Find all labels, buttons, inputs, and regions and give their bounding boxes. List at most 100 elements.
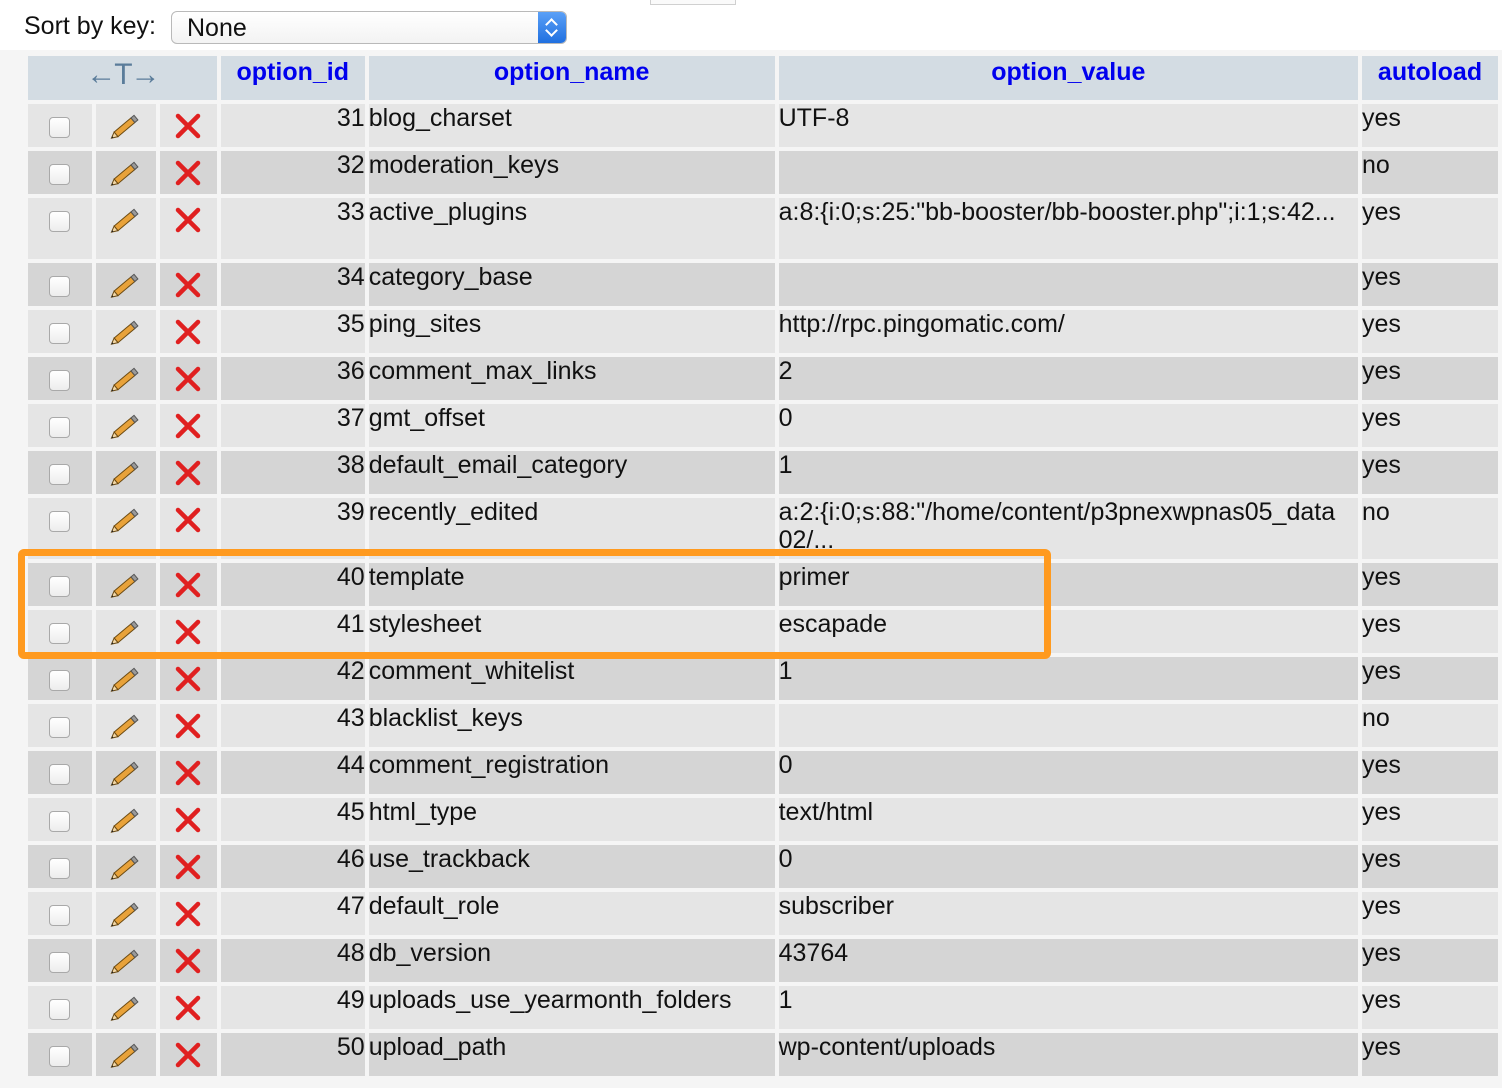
row-checkbox[interactable]	[49, 276, 71, 297]
row-select-cell	[28, 892, 92, 935]
sort-by-key-select[interactable]: None	[171, 11, 567, 44]
delete-x-icon[interactable]	[173, 664, 203, 700]
row-select-cell	[28, 310, 92, 353]
cell-autoload: yes	[1362, 751, 1498, 794]
row-checkbox[interactable]	[49, 576, 71, 597]
row-checkbox[interactable]	[49, 717, 71, 738]
delete-x-icon[interactable]	[173, 1040, 203, 1076]
row-select-cell	[28, 657, 92, 700]
row-checkbox[interactable]	[49, 999, 71, 1020]
delete-x-icon[interactable]	[173, 364, 203, 400]
row-edit-cell	[95, 563, 156, 606]
pencil-icon[interactable]	[109, 158, 143, 194]
row-checkbox[interactable]	[49, 117, 71, 138]
row-checkbox[interactable]	[49, 764, 71, 785]
delete-x-icon[interactable]	[173, 111, 203, 147]
row-checkbox[interactable]	[49, 905, 71, 926]
column-resize-control[interactable]: ←T→	[28, 56, 217, 100]
pencil-icon[interactable]	[109, 758, 143, 794]
row-checkbox[interactable]	[49, 952, 71, 973]
cell-autoload: yes	[1362, 657, 1498, 700]
row-checkbox[interactable]	[49, 1046, 71, 1067]
row-edit-cell	[95, 151, 156, 194]
delete-x-icon[interactable]	[173, 505, 203, 541]
table-row: 43 blacklist_keys no	[28, 704, 1498, 747]
pencil-icon[interactable]	[109, 111, 143, 147]
pencil-icon[interactable]	[109, 664, 143, 700]
delete-x-icon[interactable]	[173, 758, 203, 794]
row-delete-cell	[159, 198, 217, 259]
delete-x-icon[interactable]	[173, 852, 203, 888]
pencil-icon[interactable]	[109, 570, 143, 606]
row-checkbox[interactable]	[49, 370, 71, 391]
pencil-icon[interactable]	[109, 317, 143, 353]
pencil-icon[interactable]	[109, 805, 143, 841]
pencil-icon[interactable]	[109, 505, 143, 541]
row-checkbox[interactable]	[49, 164, 71, 185]
pencil-icon[interactable]	[109, 993, 143, 1029]
row-select-cell	[28, 498, 92, 559]
pencil-icon[interactable]	[109, 617, 143, 653]
delete-x-icon[interactable]	[173, 617, 203, 653]
pencil-icon[interactable]	[109, 411, 143, 447]
pencil-icon[interactable]	[109, 711, 143, 747]
table-row: 50 upload_path wp-content/uploads yes	[28, 1033, 1498, 1076]
delete-x-icon[interactable]	[173, 570, 203, 606]
pencil-icon[interactable]	[109, 946, 143, 982]
row-checkbox[interactable]	[49, 464, 71, 485]
pencil-icon[interactable]	[109, 852, 143, 888]
cell-option-id: 45	[220, 798, 365, 841]
row-select-cell	[28, 798, 92, 841]
row-edit-cell	[95, 657, 156, 700]
row-edit-cell	[95, 610, 156, 653]
pencil-icon[interactable]	[109, 899, 143, 935]
pencil-icon[interactable]	[109, 364, 143, 400]
row-delete-cell	[159, 986, 217, 1029]
pencil-icon[interactable]	[109, 205, 143, 241]
delete-x-icon[interactable]	[173, 805, 203, 841]
delete-x-icon[interactable]	[173, 158, 203, 194]
table-row: 33 active_plugins a:8:{i:0;s:25:"bb-booste…	[28, 198, 1498, 259]
cell-option-value: 1	[778, 986, 1359, 1029]
table-row: 44 comment_registration 0 yes	[28, 751, 1498, 794]
row-edit-cell	[95, 751, 156, 794]
pencil-icon[interactable]	[109, 270, 143, 306]
row-checkbox[interactable]	[49, 511, 71, 532]
row-delete-cell	[159, 892, 217, 935]
sort-column-option-name[interactable]: option_name	[368, 56, 775, 100]
sort-column-option-id[interactable]: option_id	[220, 56, 365, 100]
row-checkbox[interactable]	[49, 623, 71, 644]
cell-option-value	[778, 704, 1359, 747]
row-delete-cell	[159, 357, 217, 400]
cell-option-id: 41	[220, 610, 365, 653]
delete-x-icon[interactable]	[173, 317, 203, 353]
delete-x-icon[interactable]	[173, 711, 203, 747]
sort-selected-value: None	[187, 14, 247, 42]
delete-x-icon[interactable]	[173, 899, 203, 935]
sort-column-option-value[interactable]: option_value	[778, 56, 1359, 100]
pencil-icon[interactable]	[109, 458, 143, 494]
cell-autoload: no	[1362, 498, 1498, 559]
row-checkbox[interactable]	[49, 323, 71, 344]
row-checkbox[interactable]	[49, 670, 71, 691]
cell-option-id: 34	[220, 263, 365, 306]
delete-x-icon[interactable]	[173, 946, 203, 982]
pencil-icon[interactable]	[109, 1040, 143, 1076]
row-checkbox[interactable]	[49, 417, 71, 438]
sort-column-autoload[interactable]: autoload	[1362, 56, 1498, 100]
delete-x-icon[interactable]	[173, 270, 203, 306]
delete-x-icon[interactable]	[173, 205, 203, 241]
top-bar: Sort by key: None	[0, 0, 1502, 50]
cell-autoload: yes	[1362, 357, 1498, 400]
delete-x-icon[interactable]	[173, 458, 203, 494]
delete-x-icon[interactable]	[173, 411, 203, 447]
row-checkbox[interactable]	[49, 811, 71, 832]
delete-x-icon[interactable]	[173, 993, 203, 1029]
cell-autoload: yes	[1362, 939, 1498, 982]
row-checkbox[interactable]	[49, 858, 71, 879]
cell-option-id: 35	[220, 310, 365, 353]
cell-option-value: 1	[778, 657, 1359, 700]
row-edit-cell	[95, 404, 156, 447]
row-select-cell	[28, 198, 92, 259]
row-checkbox[interactable]	[49, 211, 71, 232]
